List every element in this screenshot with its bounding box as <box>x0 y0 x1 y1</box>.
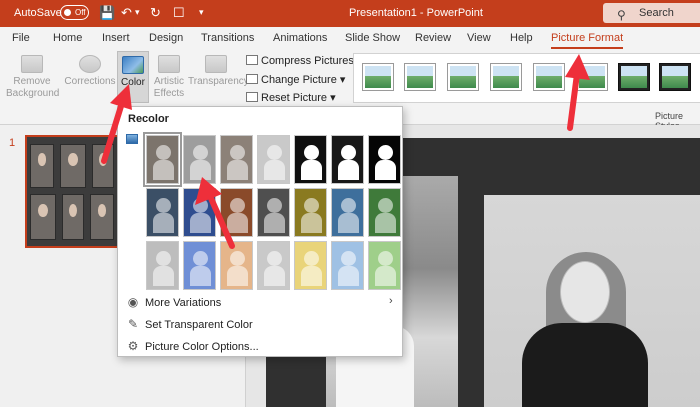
change-picture-button[interactable]: Change Picture ▾ <box>246 73 345 86</box>
compress-pictures-button[interactable]: Compress Pictures <box>246 55 354 67</box>
title-bar: AutoSave Off 💾 ↶ ▾ ↻ ☐ ▾ Presentation1 -… <box>0 0 700 27</box>
palette-icon: ◉ <box>127 295 139 309</box>
set-transparent-color-label: Set Transparent Color <box>145 319 253 331</box>
search-placeholder: Search <box>639 7 674 19</box>
more-variations-label: More Variations <box>145 297 222 309</box>
more-variations-item[interactable]: ◉ More Variations <box>126 295 221 309</box>
customize-toolbar-icon[interactable]: ▾ <box>199 5 204 20</box>
picture-styles-gallery <box>353 53 700 103</box>
search-box[interactable]: ⚲ Search <box>603 3 700 23</box>
recolor-swatch[interactable] <box>146 188 179 237</box>
slide-thumbnail[interactable] <box>25 135 120 248</box>
submenu-arrow-icon: › <box>389 295 393 307</box>
artistic-effects-button[interactable]: Artistic Effects <box>151 55 187 100</box>
present-icon[interactable]: ☐ <box>173 5 185 20</box>
recolor-swatch[interactable] <box>146 241 179 290</box>
picture-style-thumb[interactable] <box>659 63 691 91</box>
picture-style-thumb[interactable] <box>490 63 522 91</box>
recolor-swatch[interactable] <box>183 188 216 237</box>
tab-animations[interactable]: Animations <box>273 32 327 44</box>
recolor-swatch[interactable] <box>220 188 253 237</box>
tab-picture-format[interactable]: Picture Format <box>551 32 624 49</box>
redo-icon[interactable]: ↻ <box>150 5 161 20</box>
recolor-swatch[interactable] <box>294 241 327 290</box>
recolor-swatch[interactable] <box>331 188 364 237</box>
transparency-button[interactable]: Transparency <box>188 55 249 88</box>
picture-color-options-label: Picture Color Options... <box>145 341 259 353</box>
transparent-color-icon: ✎ <box>127 317 139 331</box>
color-icon <box>122 56 144 74</box>
set-transparent-color-item[interactable]: ✎ Set Transparent Color <box>126 317 253 331</box>
artistic-effects-icon <box>158 55 180 73</box>
recolor-swatch[interactable] <box>257 188 290 237</box>
compress-icon <box>246 55 258 65</box>
autosave-label: AutoSave <box>14 7 62 19</box>
save-icon[interactable]: 💾 <box>99 5 115 20</box>
remove-background-icon <box>21 55 43 73</box>
recolor-swatch[interactable] <box>368 241 401 290</box>
document-title: Presentation1 - PowerPoint <box>349 7 483 19</box>
recolor-swatch[interactable] <box>257 135 290 184</box>
tab-view[interactable]: View <box>467 32 491 44</box>
undo-icon[interactable]: ↶ <box>121 5 132 20</box>
transparency-label: Transparency <box>188 76 249 87</box>
autosave-toggle[interactable]: Off <box>60 5 89 20</box>
change-picture-icon <box>246 74 258 84</box>
color-options-icon: ⚙ <box>127 339 139 353</box>
recolor-swatch[interactable] <box>331 135 364 184</box>
change-picture-chevron-icon: ▾ <box>339 74 346 86</box>
compress-pictures-label: Compress Pictures <box>261 55 354 67</box>
recolor-swatch[interactable] <box>257 241 290 290</box>
tab-slide-show[interactable]: Slide Show <box>345 32 400 44</box>
slide-number: 1 <box>9 137 16 149</box>
recolor-swatch[interactable] <box>183 241 216 290</box>
recolor-swatch[interactable] <box>294 135 327 184</box>
recolor-title: Recolor <box>128 113 169 125</box>
corrections-button[interactable]: Corrections <box>64 55 116 88</box>
recolor-swatch[interactable] <box>294 188 327 237</box>
recolor-swatch[interactable] <box>331 241 364 290</box>
remove-background-button[interactable]: Remove Background <box>6 55 60 100</box>
picture-style-thumb[interactable] <box>533 63 565 91</box>
tab-home[interactable]: Home <box>53 32 82 44</box>
reset-picture-icon <box>246 92 258 102</box>
recolor-dropdown: Recolor ◉ More Variations › ✎ Set Transpar… <box>117 106 403 357</box>
search-icon: ⚲ <box>617 8 626 22</box>
picture-style-thumb[interactable] <box>362 63 394 91</box>
reset-picture-button[interactable]: Reset Picture ▾ <box>246 91 336 104</box>
recolor-icon <box>126 134 138 144</box>
artistic-effects-label: Artistic Effects <box>153 76 185 99</box>
recolor-swatch[interactable] <box>368 188 401 237</box>
transparency-icon <box>205 55 227 73</box>
color-label: Color <box>121 77 145 88</box>
corrections-icon <box>79 55 101 73</box>
tab-file[interactable]: File <box>12 32 30 44</box>
recolor-swatch[interactable] <box>183 135 216 184</box>
picture-style-thumb[interactable] <box>618 63 650 91</box>
ribbon-tabs: File Home Insert Design Transitions Anim… <box>0 27 700 49</box>
corrections-label: Corrections <box>64 76 116 87</box>
tab-help[interactable]: Help <box>510 32 533 44</box>
undo-dropdown-icon[interactable]: ▾ <box>135 5 140 20</box>
tab-design[interactable]: Design <box>149 32 183 44</box>
picture-style-thumb[interactable] <box>447 63 479 91</box>
picture-style-thumb[interactable] <box>404 63 436 91</box>
slide-photo-woman[interactable] <box>484 195 700 407</box>
remove-background-label: Remove Background <box>6 76 60 99</box>
color-button[interactable]: Color <box>117 51 149 103</box>
tab-transitions[interactable]: Transitions <box>201 32 254 44</box>
recolor-swatch[interactable] <box>220 241 253 290</box>
reset-picture-label: Reset Picture <box>261 92 328 104</box>
reset-picture-chevron-icon: ▾ <box>330 92 336 104</box>
recolor-swatch[interactable] <box>368 135 401 184</box>
picture-color-options-item[interactable]: ⚙ Picture Color Options... <box>126 339 259 353</box>
tab-review[interactable]: Review <box>415 32 451 44</box>
recolor-swatch[interactable] <box>220 135 253 184</box>
tab-insert[interactable]: Insert <box>102 32 130 44</box>
picture-style-thumb[interactable] <box>576 63 608 91</box>
recolor-swatch[interactable] <box>143 132 182 187</box>
change-picture-label: Change Picture <box>261 74 337 86</box>
